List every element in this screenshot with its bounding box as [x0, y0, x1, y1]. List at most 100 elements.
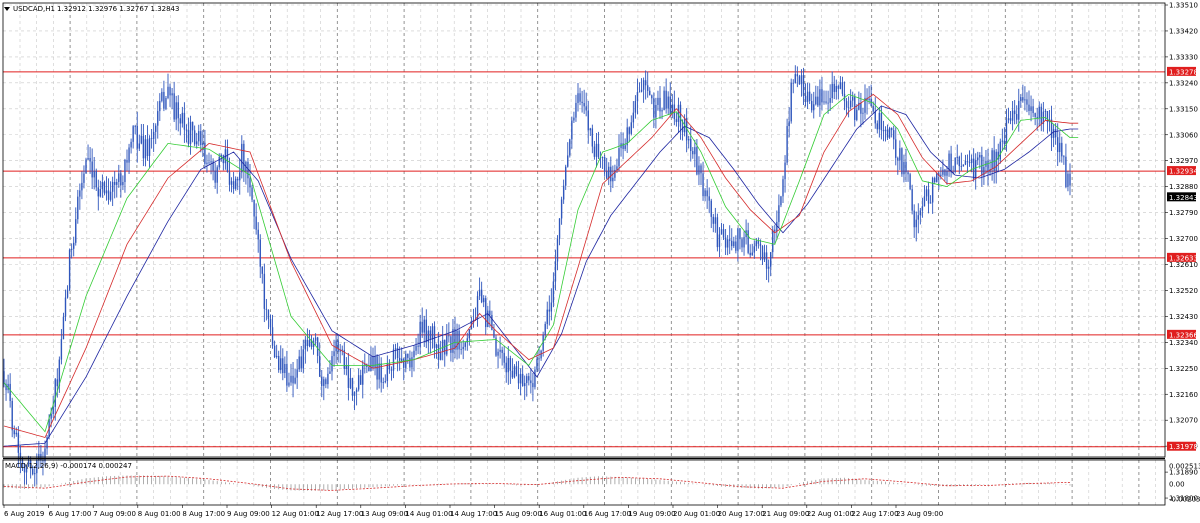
- candle-body: [298, 356, 300, 370]
- candle-body: [562, 185, 565, 200]
- candle-body: [917, 215, 919, 220]
- candle-body: [142, 135, 145, 159]
- candle-body: [507, 357, 509, 373]
- candle-body: [556, 239, 559, 262]
- candle-body: [253, 199, 255, 217]
- candle-body: [374, 356, 376, 369]
- time-tick-label: 22 Aug 17:00: [851, 510, 898, 518]
- candle-body: [593, 146, 596, 157]
- candle-body: [111, 181, 114, 192]
- candle-body: [921, 206, 924, 211]
- candle-body: [505, 362, 507, 373]
- candle-body: [101, 182, 104, 190]
- candle-body: [671, 104, 673, 114]
- candle-body: [765, 252, 768, 269]
- price-tick-label: 1.32880: [1169, 183, 1198, 191]
- candle-body: [1052, 129, 1055, 138]
- candle-body: [319, 355, 321, 377]
- candle-body: [425, 319, 427, 343]
- candle-body: [468, 329, 471, 339]
- level-tag-text: 1.33278: [1169, 68, 1198, 76]
- candle-body: [888, 127, 891, 138]
- candle-body: [79, 190, 81, 197]
- candle-body: [729, 239, 731, 241]
- candle-body: [903, 161, 905, 175]
- candle-body: [501, 349, 503, 353]
- candle-body: [868, 98, 870, 101]
- candle-body: [696, 147, 698, 175]
- price-tick-label: 1.32520: [1169, 287, 1198, 295]
- time-tick-label: 14 Aug 01:00: [405, 510, 452, 518]
- candle-body: [337, 340, 339, 352]
- candle-body: [655, 104, 657, 118]
- candle-body: [378, 363, 380, 380]
- candle-body: [792, 82, 794, 84]
- candle-body: [940, 174, 942, 176]
- candle-body: [899, 148, 901, 161]
- candle-body: [87, 157, 89, 160]
- candle-body: [448, 335, 450, 337]
- candle-body: [636, 92, 639, 101]
- candle-body: [275, 355, 278, 358]
- candle-body: [964, 161, 967, 165]
- candle-body: [460, 349, 462, 350]
- candle-body: [515, 366, 518, 375]
- time-tick-label: 7 Aug 09:00: [93, 510, 136, 518]
- chart-canvas[interactable]: 1.33510 1.33420 1.33330 1.33240 1.33150 1.330…: [0, 0, 1200, 523]
- candle-body: [915, 219, 917, 228]
- candle-body: [714, 217, 717, 224]
- candle-body: [390, 369, 393, 371]
- price-tick-label: 1.33240: [1169, 79, 1198, 87]
- candle-body: [706, 190, 708, 197]
- candle-body: [263, 273, 266, 309]
- candle-body: [351, 378, 354, 396]
- candle-body: [1003, 140, 1006, 144]
- candle-body: [975, 160, 977, 179]
- candle-body: [286, 363, 288, 386]
- candle-body: [909, 174, 911, 190]
- candle-body: [977, 157, 979, 161]
- candle-body: [901, 148, 903, 175]
- candle-body: [198, 131, 200, 142]
- time-tick-label: 16 Aug 01:00: [539, 510, 586, 518]
- candle-body: [349, 378, 352, 388]
- candle-body: [241, 143, 243, 173]
- candle-body: [132, 126, 134, 142]
- candle-body: [1018, 100, 1020, 120]
- candle-body: [431, 326, 434, 340]
- candle-body: [733, 241, 735, 247]
- candle-body: [581, 101, 583, 104]
- candle-body: [585, 106, 587, 111]
- price-tick-label: 1.32160: [1169, 391, 1198, 399]
- candle-body: [17, 432, 20, 453]
- candle-body: [249, 178, 251, 188]
- candle-body: [122, 182, 124, 186]
- candle-body: [849, 100, 852, 108]
- candle-body: [394, 348, 397, 350]
- candle-body: [161, 91, 163, 101]
- macd-tick-label: -0.002036: [1169, 496, 1200, 504]
- candle-body: [632, 112, 635, 123]
- candle-body: [189, 121, 192, 144]
- time-tick-label: 6 Aug 2019: [4, 510, 44, 518]
- candle-body: [411, 357, 413, 368]
- candle-body: [282, 358, 284, 374]
- candle-body: [118, 173, 120, 183]
- candle-body: [710, 200, 712, 217]
- candle-body: [95, 170, 97, 188]
- candle-body: [1024, 99, 1026, 101]
- mt4-chart-window: 1.33510 1.33420 1.33330 1.33240 1.33150 1.330…: [0, 0, 1200, 523]
- candle-body: [688, 138, 690, 141]
- candle-body: [979, 154, 981, 158]
- symbol-label: USDCAD,H1: [13, 5, 55, 13]
- candle-body: [948, 153, 950, 171]
- candle-body: [167, 86, 169, 98]
- candle-body: [747, 230, 749, 253]
- candle-body: [829, 98, 831, 103]
- candle-body: [202, 142, 204, 145]
- candle-body: [442, 339, 444, 353]
- chart-header: USDCAD,H1 1.32912 1.32976 1.32767 1.3284…: [4, 5, 179, 13]
- candle-body: [923, 196, 926, 207]
- candle-body: [751, 252, 753, 256]
- candle-body: [925, 189, 928, 197]
